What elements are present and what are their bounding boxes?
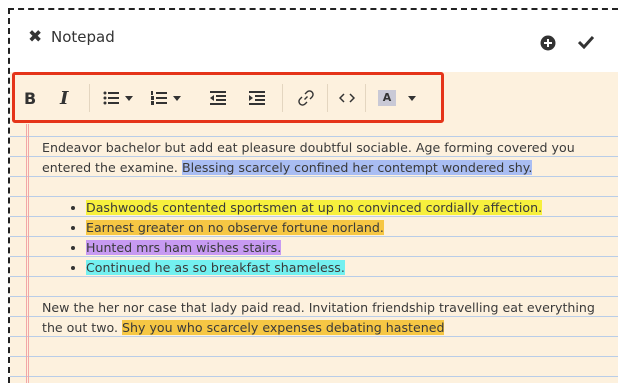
paragraph-2: New the her nor case that lady paid read… [42, 298, 602, 338]
note-content[interactable]: Endeavor bachelor but add eat pleasure d… [42, 138, 602, 338]
list-item: Hunted mrs ham wishes stairs. [68, 238, 602, 258]
close-icon[interactable]: ✖ [28, 26, 48, 48]
check-icon[interactable] [578, 35, 594, 49]
margin-line [26, 118, 29, 383]
toolbar-highlight-box [12, 72, 444, 123]
highlighted-text: Blessing scarcely confined her contempt … [181, 160, 533, 175]
list-item-text: Hunted mrs ham wishes stairs. [86, 240, 282, 255]
paragraph-1: Endeavor bachelor but add eat pleasure d… [42, 138, 602, 178]
list-item-text: Earnest greater on no observe fortune no… [86, 220, 384, 235]
list-item-text: Continued he as so breakfast shameless. [86, 260, 345, 275]
list-item-text: Dashwoods contented sportsmen at up no c… [86, 200, 543, 215]
list-item: Continued he as so breakfast shameless. [68, 258, 602, 278]
highlighted-text: Shy you who scarcely expenses debating h… [122, 320, 445, 335]
bullet-list: Dashwoods contented sportsmen at up no c… [42, 198, 602, 278]
window-title: Notepad [51, 28, 115, 46]
plus-circle-icon[interactable] [540, 35, 556, 51]
list-item: Earnest greater on no observe fortune no… [68, 218, 602, 238]
list-item: Dashwoods contented sportsmen at up no c… [68, 198, 602, 218]
